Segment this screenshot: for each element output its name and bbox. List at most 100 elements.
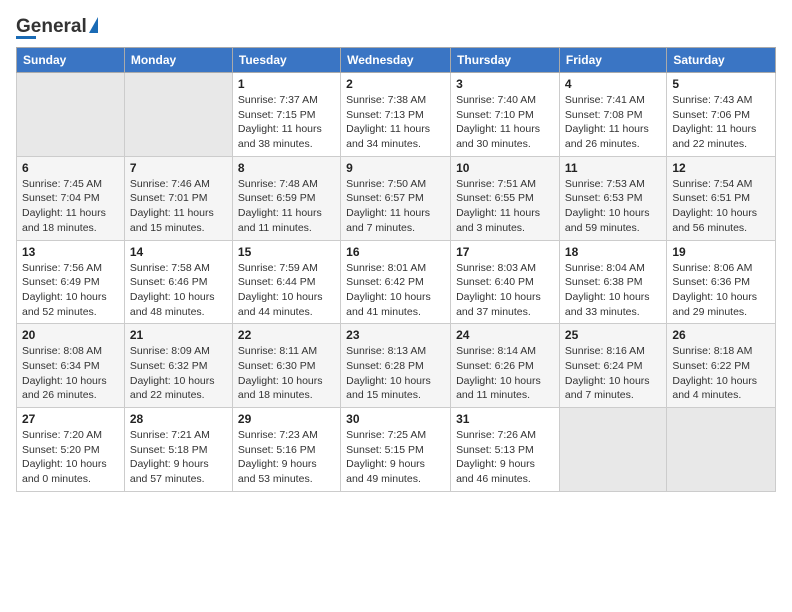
day-info: Sunrise: 7:45 AMSunset: 7:04 PMDaylight:…: [22, 177, 119, 236]
calendar-day-cell: 2 Sunrise: 7:38 AMSunset: 7:13 PMDaylight…: [341, 73, 451, 157]
calendar-day-cell: 31 Sunrise: 7:26 AMSunset: 5:13 PMDayligh…: [451, 408, 560, 492]
day-info: Sunrise: 7:58 AMSunset: 6:46 PMDaylight:…: [130, 261, 227, 320]
day-info: Sunrise: 8:16 AMSunset: 6:24 PMDaylight:…: [565, 344, 661, 403]
logo-text-general: General: [16, 16, 87, 38]
day-info: Sunrise: 7:38 AMSunset: 7:13 PMDaylight:…: [346, 93, 445, 152]
weekday-header: Saturday: [667, 48, 776, 73]
day-number: 28: [130, 412, 227, 426]
calendar-day-cell: [559, 408, 666, 492]
weekday-header: Monday: [124, 48, 232, 73]
calendar-day-cell: 26 Sunrise: 8:18 AMSunset: 6:22 PMDayligh…: [667, 324, 776, 408]
day-info: Sunrise: 7:56 AMSunset: 6:49 PMDaylight:…: [22, 261, 119, 320]
calendar-day-cell: 8 Sunrise: 7:48 AMSunset: 6:59 PMDaylight…: [232, 156, 340, 240]
calendar-day-cell: 23Sunrise: 8:13 AMSunset: 6:28 PMDayligh…: [341, 324, 451, 408]
day-info: Sunrise: 8:08 AMSunset: 6:34 PMDaylight:…: [22, 344, 119, 403]
day-number: 3: [456, 77, 554, 91]
calendar-day-cell: 1 Sunrise: 7:37 AMSunset: 7:15 PMDaylight…: [232, 73, 340, 157]
day-number: 12: [672, 161, 770, 175]
weekday-header: Wednesday: [341, 48, 451, 73]
calendar-day-cell: 14Sunrise: 7:58 AMSunset: 6:46 PMDayligh…: [124, 240, 232, 324]
calendar-day-cell: 20 Sunrise: 8:08 AMSunset: 6:34 PMDayligh…: [17, 324, 125, 408]
day-info: Sunrise: 7:43 AMSunset: 7:06 PMDaylight:…: [672, 93, 770, 152]
day-number: 13: [22, 245, 119, 259]
day-number: 6: [22, 161, 119, 175]
day-info: Sunrise: 7:40 AMSunset: 7:10 PMDaylight:…: [456, 93, 554, 152]
day-number: 22: [238, 328, 335, 342]
day-info: Sunrise: 8:11 AMSunset: 6:30 PMDaylight:…: [238, 344, 335, 403]
calendar-day-cell: 22 Sunrise: 8:11 AMSunset: 6:30 PMDayligh…: [232, 324, 340, 408]
day-number: 17: [456, 245, 554, 259]
day-info: Sunrise: 7:25 AMSunset: 5:15 PMDaylight:…: [346, 428, 445, 487]
calendar-day-cell: 12Sunrise: 7:54 AMSunset: 6:51 PMDayligh…: [667, 156, 776, 240]
calendar-day-cell: 29 Sunrise: 7:23 AMSunset: 5:16 PMDayligh…: [232, 408, 340, 492]
day-number: 26: [672, 328, 770, 342]
day-info: Sunrise: 7:53 AMSunset: 6:53 PMDaylight:…: [565, 177, 661, 236]
day-info: Sunrise: 8:14 AMSunset: 6:26 PMDaylight:…: [456, 344, 554, 403]
calendar-day-cell: 6 Sunrise: 7:45 AMSunset: 7:04 PMDaylight…: [17, 156, 125, 240]
day-info: Sunrise: 8:04 AMSunset: 6:38 PMDaylight:…: [565, 261, 661, 320]
calendar-day-cell: 17 Sunrise: 8:03 AMSunset: 6:40 PMDayligh…: [451, 240, 560, 324]
weekday-header: Tuesday: [232, 48, 340, 73]
calendar-day-cell: 15 Sunrise: 7:59 AMSunset: 6:44 PMDayligh…: [232, 240, 340, 324]
calendar-day-cell: [17, 73, 125, 157]
day-number: 9: [346, 161, 445, 175]
day-number: 16: [346, 245, 445, 259]
calendar-day-cell: 27Sunrise: 7:20 AMSunset: 5:20 PMDayligh…: [17, 408, 125, 492]
calendar-week-row: 6 Sunrise: 7:45 AMSunset: 7:04 PMDaylight…: [17, 156, 776, 240]
logo-arrow-icon: [89, 17, 98, 33]
day-info: Sunrise: 8:06 AMSunset: 6:36 PMDaylight:…: [672, 261, 770, 320]
calendar-day-cell: 7 Sunrise: 7:46 AMSunset: 7:01 PMDaylight…: [124, 156, 232, 240]
calendar-day-cell: 13 Sunrise: 7:56 AMSunset: 6:49 PMDayligh…: [17, 240, 125, 324]
day-number: 30: [346, 412, 445, 426]
calendar-week-row: 1 Sunrise: 7:37 AMSunset: 7:15 PMDaylight…: [17, 73, 776, 157]
day-info: Sunrise: 7:46 AMSunset: 7:01 PMDaylight:…: [130, 177, 227, 236]
calendar-header-row: SundayMondayTuesdayWednesdayThursdayFrid…: [17, 48, 776, 73]
calendar-day-cell: 11 Sunrise: 7:53 AMSunset: 6:53 PMDayligh…: [559, 156, 666, 240]
day-number: 19: [672, 245, 770, 259]
day-number: 31: [456, 412, 554, 426]
day-number: 15: [238, 245, 335, 259]
calendar-day-cell: 9 Sunrise: 7:50 AMSunset: 6:57 PMDaylight…: [341, 156, 451, 240]
calendar-table: SundayMondayTuesdayWednesdayThursdayFrid…: [16, 47, 776, 492]
day-number: 11: [565, 161, 661, 175]
logo-line-icon: [16, 36, 36, 39]
calendar-day-cell: 21Sunrise: 8:09 AMSunset: 6:32 PMDayligh…: [124, 324, 232, 408]
day-info: Sunrise: 8:18 AMSunset: 6:22 PMDaylight:…: [672, 344, 770, 403]
calendar-day-cell: 5 Sunrise: 7:43 AMSunset: 7:06 PMDaylight…: [667, 73, 776, 157]
weekday-header: Thursday: [451, 48, 560, 73]
day-number: 2: [346, 77, 445, 91]
calendar-day-cell: 25Sunrise: 8:16 AMSunset: 6:24 PMDayligh…: [559, 324, 666, 408]
day-number: 4: [565, 77, 661, 91]
day-info: Sunrise: 7:26 AMSunset: 5:13 PMDaylight:…: [456, 428, 554, 487]
day-info: Sunrise: 7:50 AMSunset: 6:57 PMDaylight:…: [346, 177, 445, 236]
day-number: 29: [238, 412, 335, 426]
calendar-day-cell: 30 Sunrise: 7:25 AMSunset: 5:15 PMDayligh…: [341, 408, 451, 492]
calendar-day-cell: 16 Sunrise: 8:01 AMSunset: 6:42 PMDayligh…: [341, 240, 451, 324]
day-info: Sunrise: 7:51 AMSunset: 6:55 PMDaylight:…: [456, 177, 554, 236]
day-number: 7: [130, 161, 227, 175]
calendar-day-cell: 18 Sunrise: 8:04 AMSunset: 6:38 PMDayligh…: [559, 240, 666, 324]
calendar-day-cell: [124, 73, 232, 157]
day-number: 20: [22, 328, 119, 342]
page-header: General: [16, 16, 776, 39]
calendar-day-cell: 3 Sunrise: 7:40 AMSunset: 7:10 PMDaylight…: [451, 73, 560, 157]
day-info: Sunrise: 7:37 AMSunset: 7:15 PMDaylight:…: [238, 93, 335, 152]
day-info: Sunrise: 7:48 AMSunset: 6:59 PMDaylight:…: [238, 177, 335, 236]
day-info: Sunrise: 7:23 AMSunset: 5:16 PMDaylight:…: [238, 428, 335, 487]
day-info: Sunrise: 7:41 AMSunset: 7:08 PMDaylight:…: [565, 93, 661, 152]
day-number: 23: [346, 328, 445, 342]
day-info: Sunrise: 8:03 AMSunset: 6:40 PMDaylight:…: [456, 261, 554, 320]
day-number: 18: [565, 245, 661, 259]
day-number: 8: [238, 161, 335, 175]
day-info: Sunrise: 8:01 AMSunset: 6:42 PMDaylight:…: [346, 261, 445, 320]
day-number: 1: [238, 77, 335, 91]
calendar-day-cell: 4 Sunrise: 7:41 AMSunset: 7:08 PMDaylight…: [559, 73, 666, 157]
day-info: Sunrise: 7:59 AMSunset: 6:44 PMDaylight:…: [238, 261, 335, 320]
calendar-week-row: 20 Sunrise: 8:08 AMSunset: 6:34 PMDayligh…: [17, 324, 776, 408]
calendar-day-cell: 10Sunrise: 7:51 AMSunset: 6:55 PMDayligh…: [451, 156, 560, 240]
calendar-day-cell: [667, 408, 776, 492]
day-info: Sunrise: 7:20 AMSunset: 5:20 PMDaylight:…: [22, 428, 119, 487]
weekday-header: Friday: [559, 48, 666, 73]
calendar-day-cell: 28Sunrise: 7:21 AMSunset: 5:18 PMDayligh…: [124, 408, 232, 492]
day-number: 5: [672, 77, 770, 91]
